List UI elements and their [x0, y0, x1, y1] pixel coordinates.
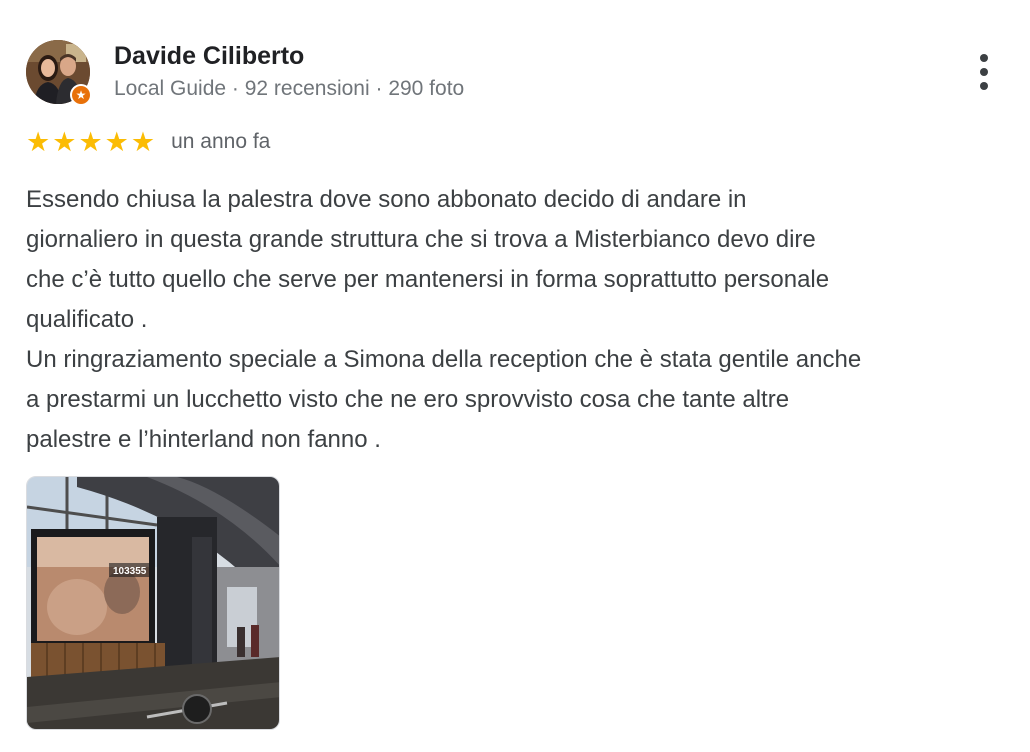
star-icon: ★	[78, 127, 103, 157]
review-text-line: palestre e l’hinterland non fanno .	[26, 426, 381, 453]
author-name[interactable]: Davide Ciliberto	[114, 40, 304, 72]
review-card: ★ Davide Ciliberto Local Guide · 92 rece…	[0, 0, 1030, 752]
review-text-line: Essendo chiusa la palestra dove sono abb…	[26, 186, 747, 213]
more-options-button[interactable]	[966, 50, 1002, 94]
star-icon: ★	[104, 127, 129, 157]
local-guide-star-icon: ★	[72, 86, 90, 104]
rating-row: ★ ★ ★ ★ ★ un anno fa	[26, 126, 270, 158]
review-text: Essendo chiusa la palestra dove sono abb…	[26, 180, 1016, 460]
local-guide-badge: ★	[70, 84, 92, 106]
review-text-line: a prestarmi un lucchetto visto che ne er…	[26, 386, 790, 413]
review-text-line: Un ringraziamento speciale a Simona dell…	[26, 346, 862, 373]
star-icon: ★	[52, 127, 77, 157]
review-text-line: che c’è tutto quello che serve per mante…	[26, 266, 830, 293]
screen-counter: 103355	[113, 566, 147, 577]
star-icon: ★	[26, 127, 51, 157]
star-icon: ★	[130, 127, 156, 157]
review-date: un anno fa	[171, 130, 271, 153]
more-vert-icon-dot	[980, 54, 988, 62]
gym-interior-image: 103355	[27, 477, 279, 729]
review-text-line: qualificato .	[26, 306, 148, 333]
star-rating: ★ ★ ★ ★ ★	[26, 127, 155, 157]
more-vert-icon-dot	[980, 68, 988, 76]
review-text-line: giornaliero in questa grande struttura c…	[26, 226, 816, 253]
author-avatar[interactable]: ★	[26, 40, 92, 106]
author-meta: Local Guide · 92 recensioni · 290 foto	[114, 77, 465, 100]
review-photo[interactable]: 103355	[26, 476, 280, 730]
more-vert-icon-dot	[980, 82, 988, 90]
